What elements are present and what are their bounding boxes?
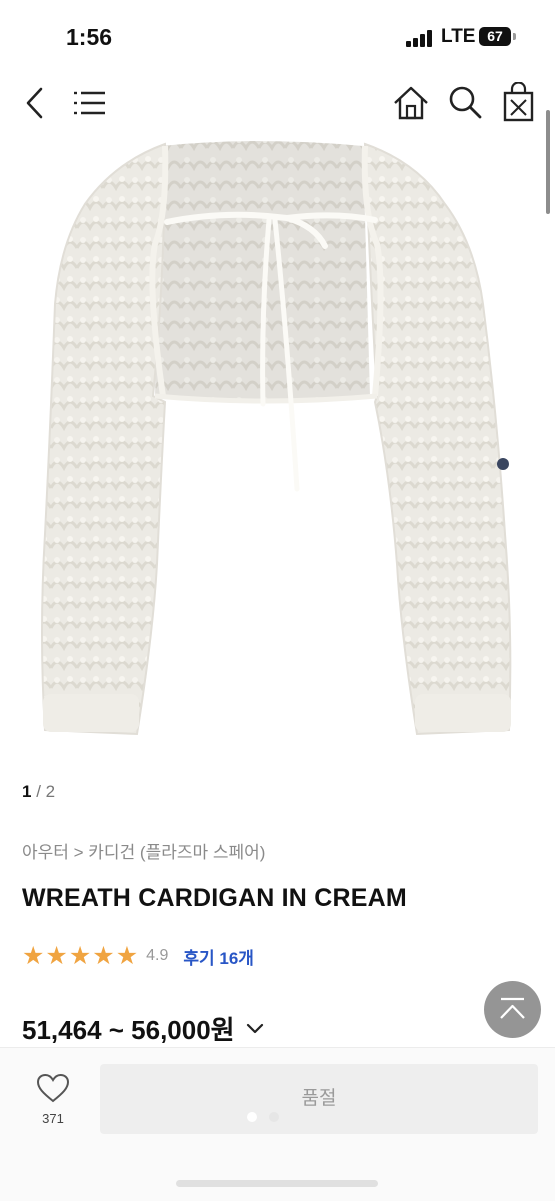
wish-count: 371 bbox=[42, 1111, 64, 1126]
image-pager: 1 / 2 bbox=[22, 782, 55, 802]
home-indicator bbox=[176, 1180, 378, 1187]
product-title: WREATH CARDIGAN IN CREAM bbox=[22, 884, 407, 912]
star-icon: ★ bbox=[115, 941, 139, 970]
rating-stars: ★ ★ ★ ★ ★ bbox=[22, 941, 139, 970]
price: 51,464 ~ 56,000원 bbox=[22, 1015, 235, 1045]
wishlist-button[interactable]: 371 bbox=[30, 1072, 76, 1126]
pager-total: 2 bbox=[45, 782, 56, 801]
soldout-button[interactable]: 품절 bbox=[100, 1064, 538, 1134]
review-count-link[interactable]: 후기 16개 bbox=[183, 944, 254, 969]
network-label: LTE bbox=[441, 26, 476, 47]
battery-icon: 67 bbox=[479, 27, 511, 46]
rating-row: ★ ★ ★ ★ ★ 4.9 후기 16개 bbox=[22, 942, 254, 970]
nav-bar bbox=[0, 76, 555, 130]
status-time: 1:56 bbox=[66, 24, 113, 50]
breadcrumb[interactable]: 아우터 > 카디건 (플라즈마 스페어) bbox=[22, 838, 265, 863]
shopping-bag-icon[interactable] bbox=[500, 82, 538, 124]
home-icon[interactable] bbox=[392, 84, 430, 122]
heart-icon bbox=[36, 1073, 70, 1103]
product-image[interactable] bbox=[25, 134, 530, 754]
carousel-dot-active bbox=[247, 1112, 257, 1122]
carousel-dot bbox=[269, 1112, 279, 1122]
star-icon: ★ bbox=[45, 941, 68, 970]
status-bar: 1:56 LTE 67 bbox=[0, 0, 555, 70]
back-icon[interactable] bbox=[18, 84, 52, 122]
rating-score: 4.9 bbox=[146, 947, 169, 964]
battery-tip bbox=[513, 33, 516, 40]
star-icon: ★ bbox=[22, 941, 45, 970]
scroll-to-top-button[interactable] bbox=[484, 981, 541, 1038]
menu-icon[interactable] bbox=[72, 88, 108, 118]
arrow-up-icon bbox=[500, 997, 525, 1019]
pager-separator: / bbox=[31, 782, 46, 801]
search-icon[interactable] bbox=[447, 84, 485, 122]
star-icon: ★ bbox=[68, 941, 92, 970]
signal-icon bbox=[406, 30, 436, 47]
star-icon: ★ bbox=[92, 941, 115, 970]
chevron-down-icon[interactable] bbox=[245, 1022, 265, 1036]
price-row[interactable]: 51,464 ~ 56,000원 bbox=[22, 1010, 265, 1047]
scroll-indicator bbox=[546, 110, 550, 214]
